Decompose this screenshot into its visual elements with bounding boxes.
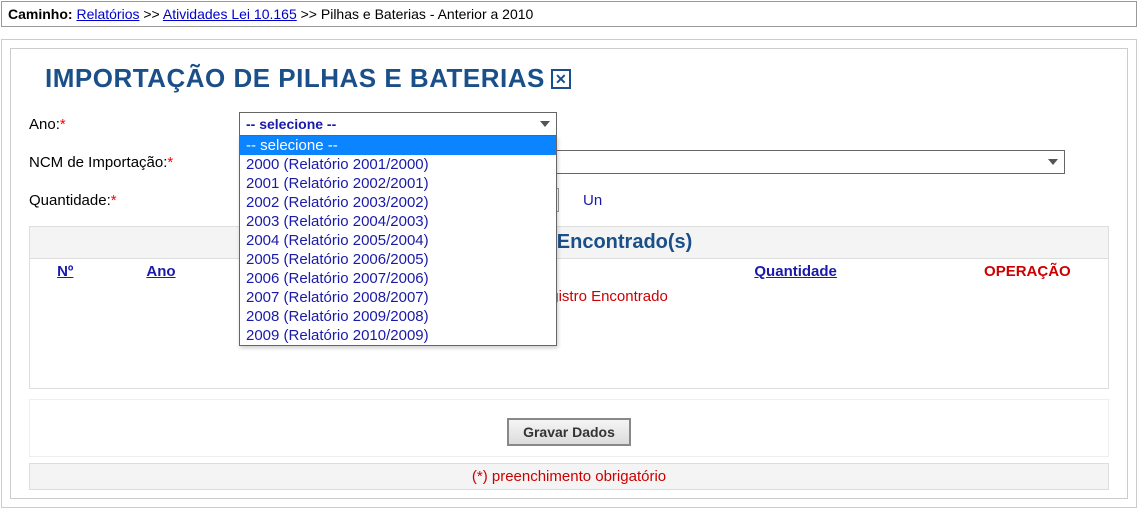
close-icon[interactable]: ✕ <box>551 69 571 89</box>
chevron-down-icon <box>1048 159 1058 165</box>
label-ano: Ano:* <box>29 116 239 133</box>
dropdown-option[interactable]: 2002 (Relatório 2003/2002) <box>240 193 556 212</box>
dropdown-option[interactable]: 2008 (Relatório 2009/2008) <box>240 307 556 326</box>
breadcrumb-sep: >> <box>301 6 317 22</box>
col-qtd[interactable]: Quantidade <box>754 263 837 280</box>
breadcrumb-sep: >> <box>143 6 159 22</box>
dropdown-option[interactable]: 2003 (Relatório 2004/2003) <box>240 212 556 231</box>
button-bar: Gravar Dados <box>29 399 1109 457</box>
dropdown-option[interactable]: 2001 (Relatório 2002/2001) <box>240 174 556 193</box>
page-title: IMPORTAÇÃO DE PILHAS E BATERIAS <box>45 63 545 94</box>
main-panel: IMPORTAÇÃO DE PILHAS E BATERIAS ✕ Ano:* … <box>1 39 1137 508</box>
table-header-row: Nº Ano ção Quantidade OPERAÇÃO <box>30 259 1108 284</box>
chevron-down-icon <box>540 121 550 127</box>
select-ano-text: -- selecione -- <box>246 116 540 132</box>
breadcrumb-link-atividades[interactable]: Atividades Lei 10.165 <box>163 6 297 22</box>
dropdown-option[interactable]: 2007 (Relatório 2008/2007) <box>240 288 556 307</box>
title-row: IMPORTAÇÃO DE PILHAS E BATERIAS ✕ <box>45 63 1109 94</box>
breadcrumb: Caminho: Relatórios >> Atividades Lei 10… <box>1 1 1137 27</box>
table-row: Nenhum Registro Encontrado <box>30 284 1108 309</box>
label-ncm: NCM de Importação:* <box>29 154 239 171</box>
col-ano[interactable]: Ano <box>146 263 175 280</box>
records-table: Nº Ano ção Quantidade OPERAÇÃO Nenhum Re… <box>29 259 1109 389</box>
form-row-ano: Ano:* -- selecione -- -- selecione -- 20… <box>29 112 1109 136</box>
unit-label: Un <box>583 192 602 209</box>
dropdown-option[interactable]: 2006 (Relatório 2007/2006) <box>240 269 556 288</box>
dropdown-ano[interactable]: -- selecione -- 2000 (Relatório 2001/200… <box>239 136 557 346</box>
form-row-qtd: Quantidade:* Un <box>29 188 1109 212</box>
select-ano[interactable]: -- selecione -- <box>239 112 557 136</box>
save-button[interactable]: Gravar Dados <box>507 418 631 446</box>
label-qtd: Quantidade:* <box>29 192 239 209</box>
dropdown-option[interactable]: -- selecione -- <box>240 136 556 155</box>
breadcrumb-link-relatorios[interactable]: Relatórios <box>76 6 139 22</box>
form-row-ncm: NCM de Importação:* <box>29 150 1109 174</box>
dropdown-option[interactable]: 2004 (Relatório 2005/2004) <box>240 231 556 250</box>
footer-note: (*) preenchimento obrigatório <box>29 463 1109 490</box>
dropdown-option[interactable]: 2000 (Relatório 2001/2000) <box>240 155 556 174</box>
inner-panel: IMPORTAÇÃO DE PILHAS E BATERIAS ✕ Ano:* … <box>10 48 1128 499</box>
breadcrumb-label: Caminho: <box>8 6 73 22</box>
col-operacao: OPERAÇÃO <box>947 259 1108 284</box>
records-header: Registro(s) Encontrado(s) <box>29 226 1109 259</box>
dropdown-option[interactable]: 2009 (Relatório 2010/2009) <box>240 326 556 345</box>
breadcrumb-current: Pilhas e Baterias - Anterior a 2010 <box>321 6 533 22</box>
no-records-msg: Nenhum Registro Encontrado <box>30 284 1108 309</box>
dropdown-option[interactable]: 2005 (Relatório 2006/2005) <box>240 250 556 269</box>
col-no[interactable]: Nº <box>57 263 73 280</box>
